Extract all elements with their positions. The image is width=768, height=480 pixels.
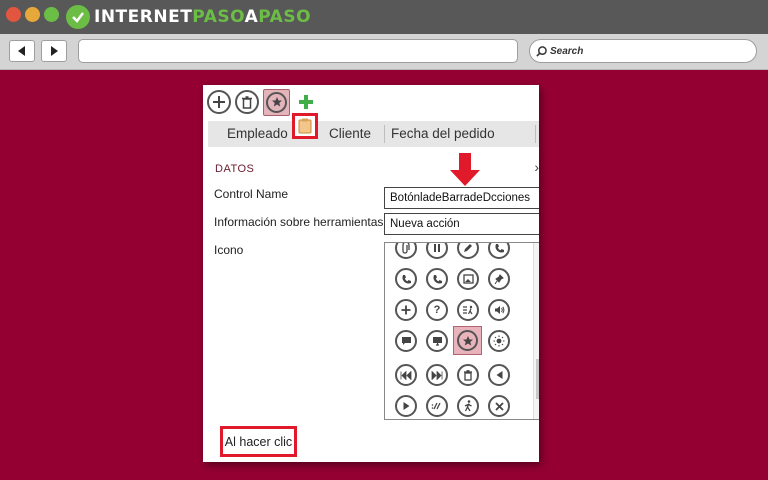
back-button[interactable]: [9, 40, 35, 62]
icon-picker-scrollbar[interactable]: [533, 243, 539, 419]
search-input[interactable]: Search: [529, 39, 757, 63]
properties-panel: Empleado Cliente Fecha del pedido DATOS …: [203, 85, 539, 462]
browser-titlebar: INTERNETPASOAPASO: [0, 0, 768, 34]
arrow-left-icon: [18, 46, 25, 56]
search-placeholder: Search: [550, 45, 584, 57]
arrow-right-icon: [51, 46, 58, 56]
chevron-right-icon[interactable]: ›: [534, 159, 539, 175]
address-bar[interactable]: [78, 39, 518, 63]
back-icon[interactable]: [488, 364, 510, 386]
logo-text: INTERNETPASOAPASO: [94, 7, 312, 27]
scrollbar-thumb[interactable]: [536, 359, 539, 399]
panel-toolbar: [207, 88, 322, 116]
plus-icon[interactable]: [395, 299, 417, 321]
paperclip-icon[interactable]: [395, 243, 417, 259]
control-name-field[interactable]: BotónladeBarradeDcciones: [384, 187, 539, 209]
green-plus-button[interactable]: [294, 90, 318, 114]
volume-icon[interactable]: [488, 299, 510, 321]
section-title: DATOS: [215, 163, 255, 175]
delete-icon: [242, 95, 252, 109]
minimize-window-button[interactable]: [25, 7, 40, 22]
star-icon: [457, 330, 478, 351]
icon-picker: ?: [384, 242, 539, 420]
star-icon-selected[interactable]: [453, 326, 482, 355]
icon-grid: ?: [395, 243, 510, 417]
maximize-window-button[interactable]: [44, 7, 59, 22]
pencil-icon[interactable]: [457, 243, 479, 259]
close-icon[interactable]: [488, 395, 510, 417]
tab-divider: [384, 125, 385, 143]
play-icon[interactable]: [395, 395, 417, 417]
green-plus-icon: [299, 95, 313, 109]
star-action-button[interactable]: [263, 88, 290, 116]
arrow-down-icon: [450, 153, 480, 186]
clipboard-icon: [298, 118, 312, 134]
tooltip-label: Información sobre herramientas: [214, 215, 384, 229]
question-icon[interactable]: ?: [426, 299, 448, 321]
browser-toolbar: Search: [0, 34, 768, 70]
picture-icon[interactable]: [457, 268, 479, 290]
add-action-button[interactable]: [207, 90, 231, 114]
delete-action-button[interactable]: [235, 90, 259, 114]
phone-check-icon[interactable]: [426, 268, 448, 290]
pause-icon[interactable]: [426, 243, 448, 259]
phone-icon[interactable]: [488, 243, 510, 259]
chat-icon[interactable]: [395, 330, 417, 352]
icon-label: Icono: [214, 243, 244, 257]
sun-icon[interactable]: [488, 330, 510, 352]
tab-divider: [535, 125, 536, 143]
rewind-icon[interactable]: [395, 364, 417, 386]
add-icon: [213, 96, 225, 108]
monitor-icon[interactable]: [426, 330, 448, 352]
walk-icon[interactable]: [457, 395, 479, 417]
control-name-label: Control Name: [214, 187, 289, 201]
tab-bar: Empleado Cliente Fecha del pedido: [208, 113, 539, 147]
close-window-button[interactable]: [6, 7, 21, 22]
tab-fecha-del-pedido[interactable]: Fecha del pedido: [391, 126, 495, 141]
trash-icon[interactable]: [457, 364, 479, 386]
logo-mark-icon: [66, 5, 90, 29]
tooltip-field[interactable]: Nueva acción: [384, 213, 539, 235]
site-logo: INTERNETPASOAPASO: [66, 4, 311, 30]
pin-icon[interactable]: [488, 268, 510, 290]
link-icon[interactable]: [426, 395, 448, 417]
run-list-icon[interactable]: [457, 299, 479, 321]
fast-forward-icon[interactable]: [426, 364, 448, 386]
star-icon: [266, 91, 287, 113]
tab-cliente[interactable]: Cliente: [329, 126, 371, 141]
on-click-action[interactable]: Al hacer clic: [220, 426, 297, 457]
tab-empleado[interactable]: Empleado: [227, 126, 288, 141]
tab-item-icon-highlight[interactable]: [292, 113, 318, 139]
forward-button[interactable]: [41, 40, 67, 62]
phone-refresh-icon[interactable]: [395, 268, 417, 290]
search-icon: [536, 45, 547, 57]
